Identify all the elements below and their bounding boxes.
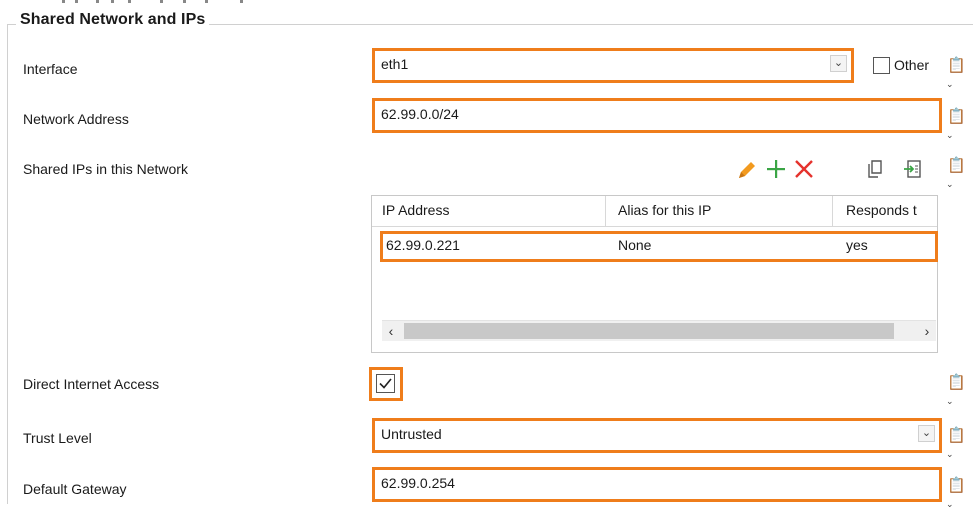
chevron-down-icon[interactable]: ⌄ (830, 55, 847, 72)
scroll-left-icon[interactable]: ‹ (382, 321, 400, 341)
clipboard-icon[interactable]: 📋⌄ (946, 477, 967, 509)
delete-icon[interactable] (793, 158, 815, 185)
group-title: Shared Network and IPs (16, 11, 210, 29)
cell-responds: yes (846, 237, 868, 253)
plus-icon[interactable] (765, 158, 787, 185)
copy-icon[interactable] (866, 159, 886, 184)
trust-level-value: Untrusted (381, 426, 442, 442)
default-gateway-value: 62.99.0.254 (381, 475, 455, 491)
scroll-right-icon[interactable]: › (918, 321, 936, 341)
column-header-ip[interactable]: IP Address (382, 202, 449, 218)
clipboard-icon[interactable]: 📋⌄ (946, 57, 967, 89)
top-crop-artifact (0, 0, 320, 5)
interface-select[interactable]: eth1 ⌄ (372, 48, 854, 83)
direct-internet-label: Direct Internet Access (23, 376, 160, 392)
trust-level-label: Trust Level (23, 430, 92, 446)
clipboard-icon[interactable]: 📋⌄ (946, 157, 967, 189)
interface-value: eth1 (381, 56, 409, 72)
default-gateway-input[interactable]: 62.99.0.254 (372, 467, 942, 502)
clipboard-icon[interactable]: 📋⌄ (946, 108, 967, 140)
scroll-thumb[interactable] (404, 323, 894, 339)
other-checkbox[interactable] (873, 57, 890, 74)
network-address-input[interactable]: 62.99.0.0/24 (372, 98, 942, 133)
column-header-alias[interactable]: Alias for this IP (618, 202, 711, 218)
shared-ips-table: IP Address Alias for this IP Responds t … (371, 195, 938, 353)
table-row[interactable]: 62.99.0.221 None yes (380, 231, 938, 262)
interface-label: Interface (23, 61, 78, 77)
cell-alias: None (618, 237, 652, 253)
horizontal-scrollbar[interactable]: ‹ › (382, 320, 936, 341)
header-divider (372, 226, 937, 227)
default-gateway-label: Default Gateway (23, 481, 127, 497)
direct-internet-checkbox[interactable] (369, 367, 403, 401)
cell-ip: 62.99.0.221 (386, 237, 460, 253)
other-label: Other (894, 57, 930, 73)
clipboard-icon[interactable]: 📋⌄ (946, 374, 967, 406)
column-separator (605, 196, 606, 226)
pencil-icon[interactable] (736, 159, 758, 186)
network-address-value: 62.99.0.0/24 (381, 106, 459, 122)
shared-ips-label: Shared IPs in this Network (23, 161, 188, 177)
clipboard-icon[interactable]: 📋⌄ (946, 427, 967, 459)
column-separator (832, 196, 833, 226)
import-icon[interactable] (903, 159, 923, 184)
network-address-label: Network Address (23, 111, 129, 127)
column-header-responds[interactable]: Responds t (846, 202, 938, 218)
trust-level-select[interactable]: Untrusted ⌄ (372, 418, 942, 453)
chevron-down-icon[interactable]: ⌄ (918, 425, 935, 442)
